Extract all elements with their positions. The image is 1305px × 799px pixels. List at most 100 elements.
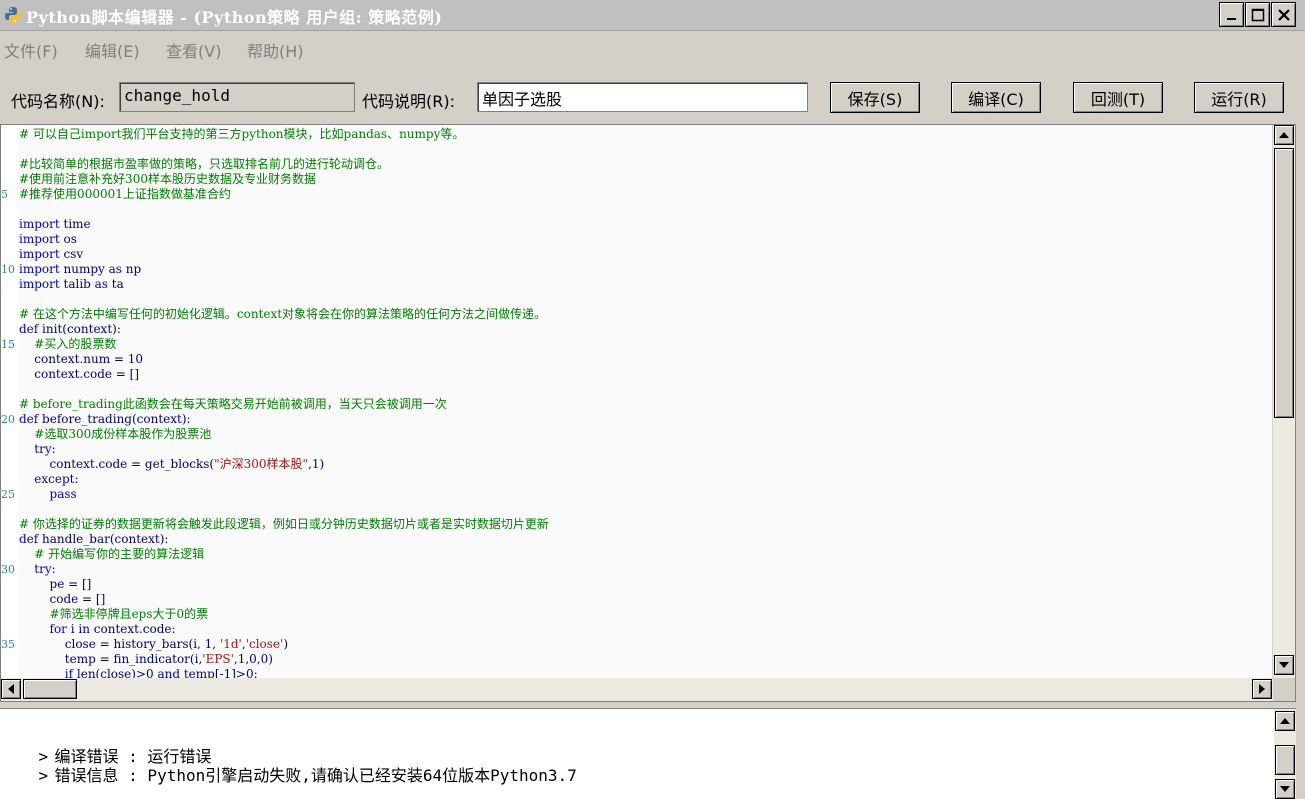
line-number: 10: [1, 263, 15, 276]
code-token: context.num = 10: [19, 352, 144, 366]
output-scroll-up-button[interactable]: [1275, 711, 1295, 731]
scrollbar-corner: [1273, 678, 1295, 701]
code-token: '1d': [219, 637, 242, 651]
code-token: ): [283, 637, 289, 651]
code-token: context.code:: [89, 622, 176, 636]
code-desc-label: 代码说明(R):: [362, 92, 455, 111]
code-token: try: [34, 562, 52, 576]
code-token: time: [59, 217, 91, 231]
code-line: import time: [19, 217, 91, 232]
editor-vertical-scrollbar[interactable]: [1272, 125, 1295, 678]
code-token: if: [64, 667, 74, 678]
code-line: except:: [19, 472, 78, 487]
output-panel[interactable]: > 编译错误 : 运行错误 > 错误信息 : Python引擎启动失败,请确认已经安…: [0, 708, 1296, 799]
code-token: ,1,0,0): [233, 652, 273, 666]
backtest-button[interactable]: 回测(T): [1073, 82, 1163, 113]
output-line-text: 错误信息 : Python引擎启动失败,请确认已经安装64位版本Python3.…: [54, 766, 577, 785]
menu-bar: 文件(F) 编辑(E) 查看(V) 帮助(H): [0, 34, 1305, 62]
code-token: # 开始编写你的主要的算法逻辑: [34, 547, 205, 561]
code-token: except: [34, 472, 75, 486]
output-scroll-thumb[interactable]: [1275, 745, 1295, 775]
close-button[interactable]: [1271, 2, 1296, 27]
code-token: 'EPS': [202, 652, 234, 666]
code-token: len(close)>0: [73, 667, 158, 678]
menu-edit[interactable]: 编辑(E): [85, 38, 140, 62]
code-line: # 你选择的证券的数据更新将会触发此段逻辑，例如日或分钟历史数据切片或者是实时数…: [19, 517, 549, 532]
python-app-icon: [4, 6, 22, 24]
code-line: try:: [19, 562, 55, 577]
code-token: try: [34, 442, 52, 456]
output-line-prefix: >: [38, 766, 49, 785]
code-editor[interactable]: 5 10 15 20 25 30 35 # 可以自己import我们平台支持的第三方pyth…: [0, 124, 1296, 702]
minimize-button[interactable]: [1219, 2, 1244, 27]
code-token: # 可以自己import我们平台支持的第三方python模块，比如pandas、…: [19, 127, 465, 141]
arrow-up-icon: [1279, 132, 1289, 138]
horizontal-scroll-thumb[interactable]: [23, 679, 77, 699]
menu-view[interactable]: 查看(V): [166, 38, 221, 62]
code-token: #推荐使用000001上证指数做基准合约: [19, 187, 231, 201]
maximize-button[interactable]: [1245, 2, 1270, 27]
code-line: # 可以自己import我们平台支持的第三方python模块，比如pandas、…: [19, 127, 464, 142]
code-line: close = history_bars(i, 1, '1d','close'): [19, 637, 288, 652]
menu-file[interactable]: 文件(F): [4, 38, 58, 62]
window-right-edge: [1296, 60, 1305, 798]
code-line: #比较简单的根据市盈率做的策略，只选取排名前几的进行轮动调仓。: [19, 157, 389, 172]
scroll-left-button[interactable]: [1, 679, 21, 699]
code-line: # 开始编写你的主要的算法逻辑: [19, 547, 204, 562]
code-line: #筛选非停牌且eps大于0的票: [19, 607, 209, 622]
code-name-label: 代码名称(N):: [11, 92, 105, 111]
menu-help[interactable]: 帮助(H): [247, 38, 304, 62]
code-line: for i in context.code:: [19, 622, 176, 637]
close-icon: [1277, 8, 1290, 21]
output-scroll-down-button[interactable]: [1275, 779, 1295, 799]
scroll-thumb[interactable]: [1274, 148, 1294, 418]
code-token: os: [59, 232, 77, 246]
code-line: #使用前注意补充好300样本股历史数据及专业财务数据: [19, 172, 316, 187]
window-title: Python脚本编辑器 - (Python策略 用户组: 策略范例): [26, 8, 443, 27]
line-number: 30: [1, 563, 15, 576]
output-line: > 编译错误 : 运行错误: [0, 727, 212, 766]
code-line: if len(close)>0 and temp[-1]>0:: [19, 667, 258, 678]
maximize-icon: [1251, 8, 1264, 21]
code-line: def handle_bar(context):: [19, 532, 168, 547]
code-token: code = []: [19, 592, 106, 606]
code-token: and: [157, 667, 181, 678]
code-line: temp = fin_indicator(i,'EPS',1,0,0): [19, 652, 273, 667]
code-token: #选取300成份样本股作为股票池: [34, 427, 212, 441]
line-number: 20: [1, 413, 15, 426]
code-line: #买入的股票数: [19, 337, 116, 352]
line-number: 5: [1, 188, 8, 201]
code-line: pass: [19, 487, 77, 502]
save-button[interactable]: 保存(S): [830, 82, 920, 113]
scroll-right-button[interactable]: [1252, 679, 1272, 699]
code-token: handle_bar(context):: [38, 532, 169, 546]
compile-button[interactable]: 编译(C): [951, 82, 1041, 113]
code-token: def: [19, 322, 39, 336]
code-token: # 你选择的证券的数据更新将会触发此段逻辑，例如日或分钟历史数据切片或者是实时数…: [19, 517, 549, 531]
code-token: ,1): [308, 457, 325, 471]
arrow-up-icon: [1280, 718, 1290, 724]
scroll-down-button[interactable]: [1274, 655, 1294, 675]
code-text-area[interactable]: # 可以自己import我们平台支持的第三方python模块，比如pandas、…: [18, 125, 1273, 678]
code-token: import: [19, 217, 60, 231]
output-vertical-scrollbar[interactable]: [1274, 709, 1296, 799]
code-line: #选取300成份样本股作为股票池: [19, 427, 211, 442]
code-name-field[interactable]: change_hold: [119, 82, 355, 112]
code-token: talib: [59, 277, 95, 291]
editor-horizontal-scrollbar[interactable]: [1, 678, 1273, 701]
code-token: pe = []: [19, 577, 92, 591]
scroll-up-button[interactable]: [1274, 125, 1294, 145]
code-desc-field[interactable]: 单因子选股: [477, 82, 808, 112]
code-token: import: [19, 247, 60, 261]
code-token: "沪深300样本股": [214, 457, 309, 471]
code-line: context.code = []: [19, 367, 139, 382]
run-button[interactable]: 运行(R): [1194, 82, 1284, 113]
